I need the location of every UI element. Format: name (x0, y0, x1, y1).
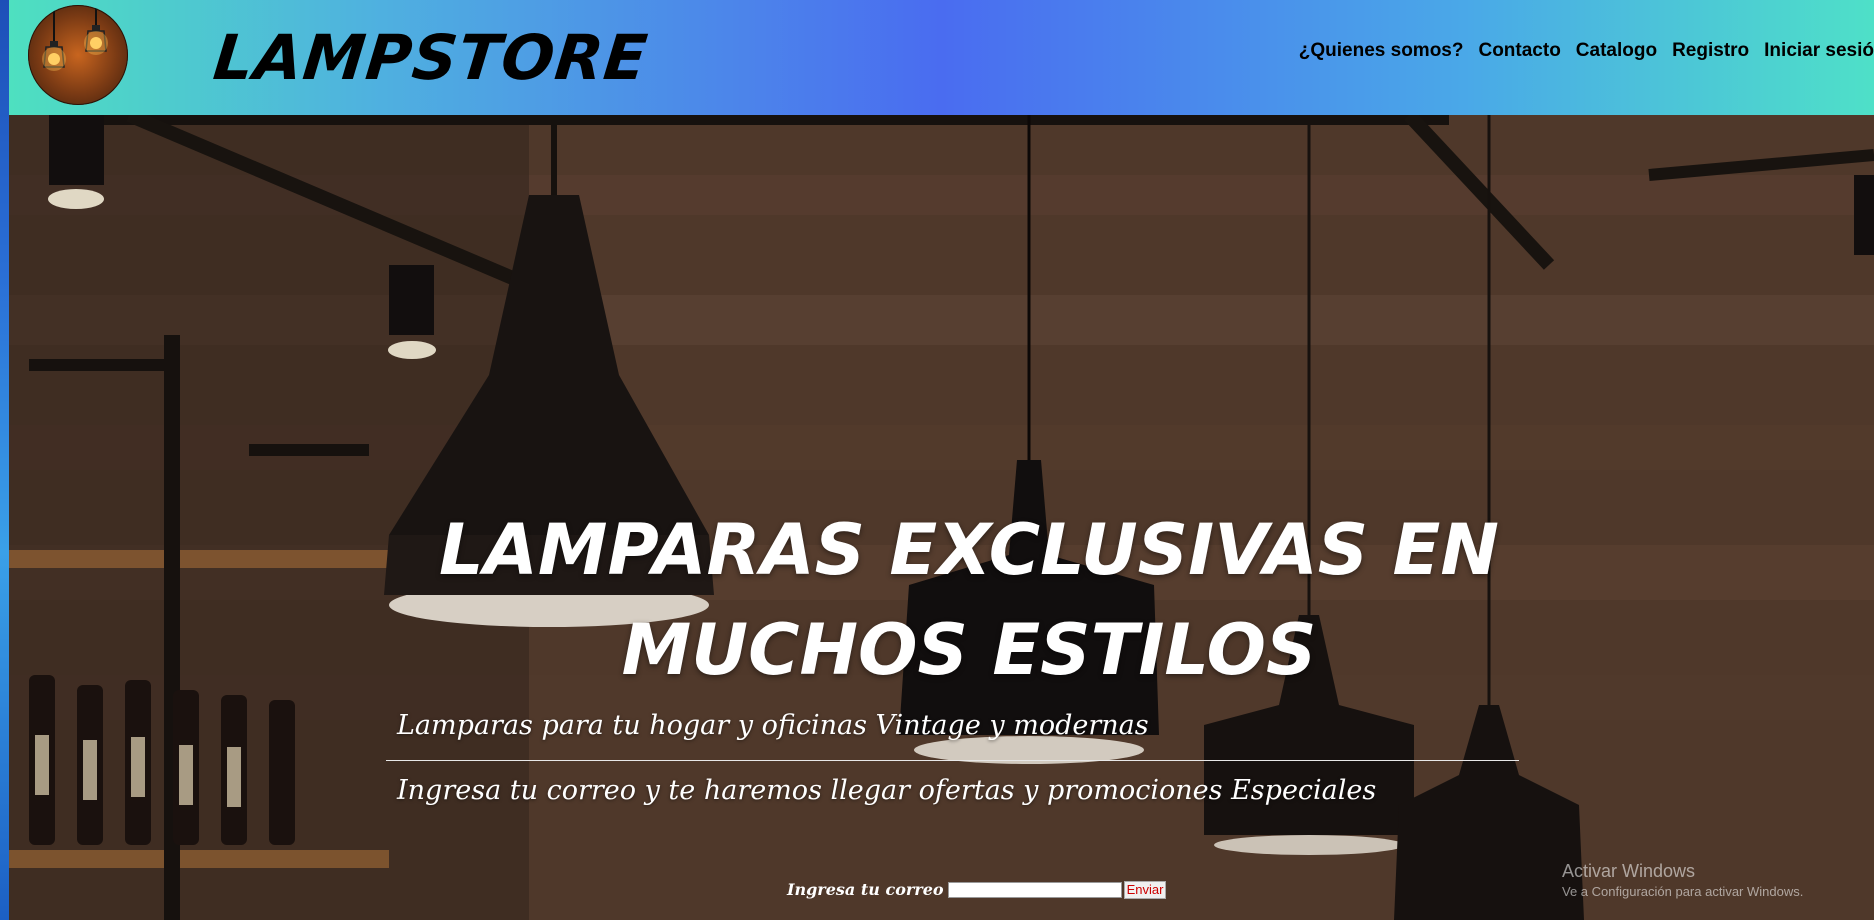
brand-title[interactable]: LAMPSTORE (210, 18, 652, 98)
hero-section: LAMPARAS EXCLUSIVAS EN MUCHOS ESTILOS La… (9, 115, 1874, 920)
newsletter-form: Ingresa tu correo Enviar (787, 880, 1167, 899)
nav-link-catalogo[interactable]: Catalogo (1576, 40, 1657, 62)
hanging-bulbs-logo-icon (42, 5, 108, 71)
watermark-line-1: Activar Windows (1562, 861, 1696, 881)
windows-activation-watermark: Activar Windows Ve a Configuración para … (1562, 861, 1803, 899)
desktop-edge-strip (0, 0, 9, 920)
site-header: LAMPSTORE ¿Quienes somos? Contacto Catal… (9, 0, 1874, 115)
hero-promo-text: Ingresa tu correo y te haremos llegar of… (397, 775, 1377, 806)
newsletter-label: Ingresa tu correo (787, 880, 944, 899)
nav-link-quienes-somos[interactable]: ¿Quienes somos? (1299, 40, 1464, 62)
hero-headline-line-1: LAMPARAS EXCLUSIVAS EN (439, 509, 1499, 591)
nav-link-iniciar-sesion[interactable]: Iniciar sesió (1764, 40, 1874, 62)
hero-headline: LAMPARAS EXCLUSIVAS EN MUCHOS ESTILOS (309, 500, 1629, 700)
hero-divider (386, 760, 1519, 761)
hero-tagline: Lamparas para tu hogar y oficinas Vintag… (397, 710, 1149, 741)
main-nav: ¿Quienes somos? Contacto Catalogo Regist… (1284, 40, 1874, 62)
hero-headline-line-2: MUCHOS ESTILOS (621, 609, 1317, 691)
email-input[interactable] (947, 881, 1122, 898)
logo-icon[interactable] (28, 5, 128, 105)
watermark-line-2: Ve a Configuración para activar Windows. (1562, 884, 1804, 899)
send-button[interactable]: Enviar (1123, 880, 1167, 899)
nav-link-registro[interactable]: Registro (1672, 40, 1749, 62)
nav-link-contacto[interactable]: Contacto (1478, 40, 1560, 62)
